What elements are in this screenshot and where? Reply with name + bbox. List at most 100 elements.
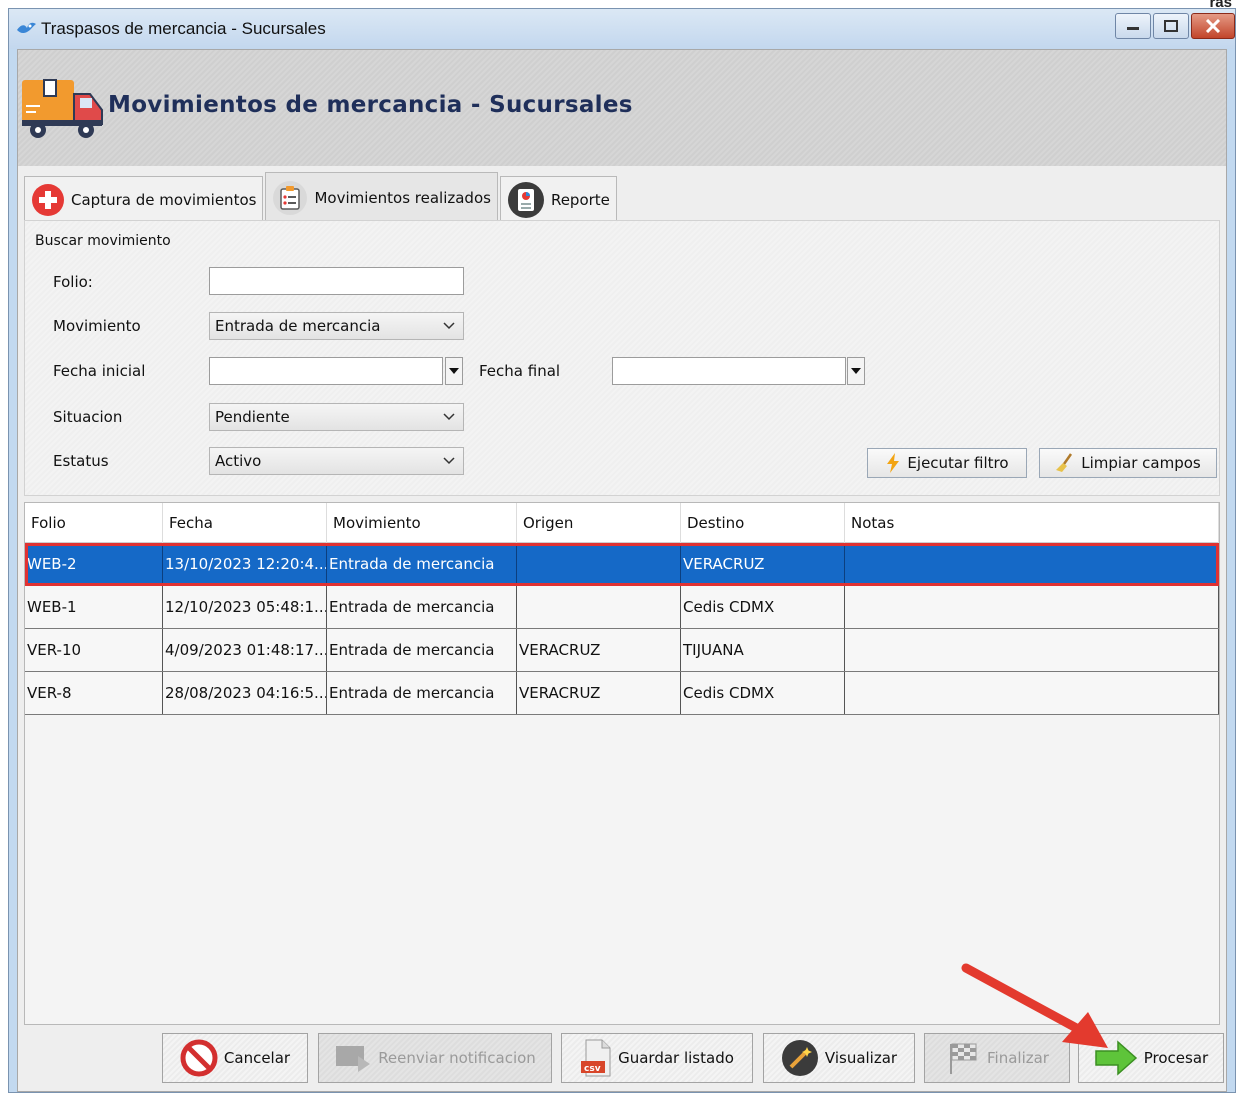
cell-notas [845, 543, 1219, 585]
table-row[interactable]: WEB-1 12/10/2023 05:48:1... Entrada de m… [25, 586, 1219, 629]
tab-label: Reporte [550, 190, 610, 209]
broom-icon [1056, 453, 1073, 472]
guardar-listado-button[interactable]: csv Guardar listado [561, 1033, 753, 1083]
client-area: Movimientos de mercancia - Sucursales Ca… [17, 49, 1227, 1092]
folio-input[interactable] [209, 267, 464, 295]
cell-destino: Cedis CDMX [681, 586, 845, 628]
fecha-final-input[interactable] [612, 357, 846, 385]
minimize-button[interactable] [1115, 13, 1151, 39]
table-header: Folio Fecha Movimiento Origen Destino No… [25, 503, 1219, 543]
column-header-movimiento[interactable]: Movimiento [327, 503, 517, 543]
cell-origen [517, 543, 681, 585]
estatus-label: Estatus [53, 452, 109, 470]
title-bar: Traspasos de mercancia - Sucursales [9, 9, 1235, 49]
column-header-fecha[interactable]: Fecha [163, 503, 327, 543]
lightning-icon [887, 453, 900, 473]
cell-fecha: 28/08/2023 04:16:5... [163, 672, 327, 714]
reenviar-label: Reenviar notificacion [378, 1049, 536, 1067]
close-button[interactable] [1191, 13, 1235, 39]
app-window: Traspasos de mercancia - Sucursales Movi… [8, 8, 1236, 1093]
cell-folio: WEB-1 [25, 586, 163, 628]
cell-movimiento: Entrada de mercancia [327, 672, 517, 714]
column-header-notas[interactable]: Notas [845, 503, 1219, 543]
csv-file-icon: csv [581, 1039, 611, 1077]
group-label: Buscar movimiento [35, 233, 171, 249]
movimiento-value: Entrada de mercancia [215, 317, 381, 335]
table-row[interactable]: VER-10 4/09/2023 01:48:17... Entrada de … [25, 629, 1219, 672]
close-icon [1205, 19, 1221, 33]
dropdown-arrow-icon [851, 368, 861, 374]
tab-label: Captura de movimientos [71, 190, 257, 209]
chevron-down-icon [443, 413, 455, 421]
cell-origen: VERACRUZ [517, 672, 681, 714]
situacion-value: Pendiente [215, 408, 290, 426]
dropdown-arrow-icon [449, 368, 459, 374]
cell-origen: VERACRUZ [517, 629, 681, 671]
chevron-down-icon [443, 457, 455, 465]
tab-bar: Captura de movimientos Movimientos reali… [24, 170, 619, 222]
header-banner: Movimientos de mercancia - Sucursales [18, 50, 1226, 166]
arrow-right-icon [1095, 1040, 1137, 1076]
fecha-inicial-input[interactable] [209, 357, 443, 385]
chevron-down-icon [443, 322, 455, 330]
table-row[interactable]: VER-8 28/08/2023 04:16:5... Entrada de m… [25, 672, 1219, 715]
maximize-icon [1164, 20, 1178, 32]
movimiento-select[interactable]: Entrada de mercancia [209, 312, 464, 340]
limpiar-campos-button[interactable]: Limpiar campos [1039, 448, 1217, 478]
table-row[interactable]: WEB-2 13/10/2023 12:20:4... Entrada de m… [25, 543, 1219, 586]
cell-origen [517, 586, 681, 628]
folio-label: Folio: [53, 273, 93, 291]
cell-fecha: 12/10/2023 05:48:1... [163, 586, 327, 628]
ejecutar-filtro-label: Ejecutar filtro [907, 454, 1009, 472]
visualizar-label: Visualizar [824, 1049, 898, 1067]
visualizar-button[interactable]: Visualizar [763, 1033, 915, 1083]
procesar-label: Procesar [1143, 1049, 1209, 1067]
cell-notas [845, 629, 1219, 671]
window-title: Traspasos de mercancia - Sucursales [41, 19, 326, 38]
csv-tag: csv [584, 1064, 601, 1074]
column-header-folio[interactable]: Folio [25, 503, 163, 543]
maximize-button[interactable] [1153, 13, 1189, 39]
cell-movimiento: Entrada de mercancia [327, 543, 517, 585]
movimiento-label: Movimiento [53, 317, 141, 335]
magic-wand-icon [781, 1040, 818, 1076]
clipboard-icon [273, 180, 308, 215]
movements-table: Folio Fecha Movimiento Origen Destino No… [24, 502, 1220, 1025]
column-header-destino[interactable]: Destino [681, 503, 845, 543]
reenviar-notificacion-button[interactable]: Reenviar notificacion [318, 1033, 552, 1083]
cell-notas [845, 672, 1219, 714]
add-icon [32, 183, 64, 216]
cell-notas [845, 586, 1219, 628]
cancelar-button[interactable]: Cancelar [162, 1033, 308, 1083]
cell-destino: Cedis CDMX [681, 672, 845, 714]
ejecutar-filtro-button[interactable]: Ejecutar filtro [867, 448, 1027, 478]
situacion-select[interactable]: Pendiente [209, 403, 464, 431]
search-panel: Buscar movimiento Folio: Movimiento Entr… [24, 220, 1220, 496]
cell-fecha: 4/09/2023 01:48:17... [163, 629, 327, 671]
limpiar-campos-label: Limpiar campos [1081, 454, 1201, 472]
estatus-value: Activo [215, 452, 262, 470]
cell-folio: WEB-2 [25, 543, 163, 585]
tab-movimientos-realizados[interactable]: Movimientos realizados [265, 172, 498, 222]
cell-folio: VER-8 [25, 672, 163, 714]
tab-captura[interactable]: Captura de movimientos [24, 176, 264, 222]
tab-label: Movimientos realizados [314, 188, 491, 207]
column-header-origen[interactable]: Origen [517, 503, 681, 543]
finalizar-label: Finalizar [987, 1049, 1049, 1067]
tab-reporte[interactable]: Reporte [499, 176, 617, 222]
action-bar: Cancelar Reenviar notificacion csv Guard… [18, 1025, 1226, 1091]
situacion-label: Situacion [53, 408, 123, 426]
fecha-inicial-label: Fecha inicial [53, 362, 146, 380]
finalizar-button[interactable]: Finalizar [924, 1033, 1070, 1083]
estatus-select[interactable]: Activo [209, 447, 464, 475]
app-bird-icon [17, 22, 36, 34]
cell-folio: VER-10 [25, 629, 163, 671]
fecha-final-dropdown[interactable] [847, 357, 865, 385]
resend-icon [336, 1046, 371, 1072]
fecha-final-label: Fecha final [479, 362, 561, 380]
fecha-inicial-dropdown[interactable] [445, 357, 463, 385]
cell-destino: VERACRUZ [681, 543, 845, 585]
procesar-button[interactable]: Procesar [1078, 1033, 1224, 1083]
report-icon [507, 181, 544, 218]
cell-fecha: 13/10/2023 12:20:4... [163, 543, 327, 585]
